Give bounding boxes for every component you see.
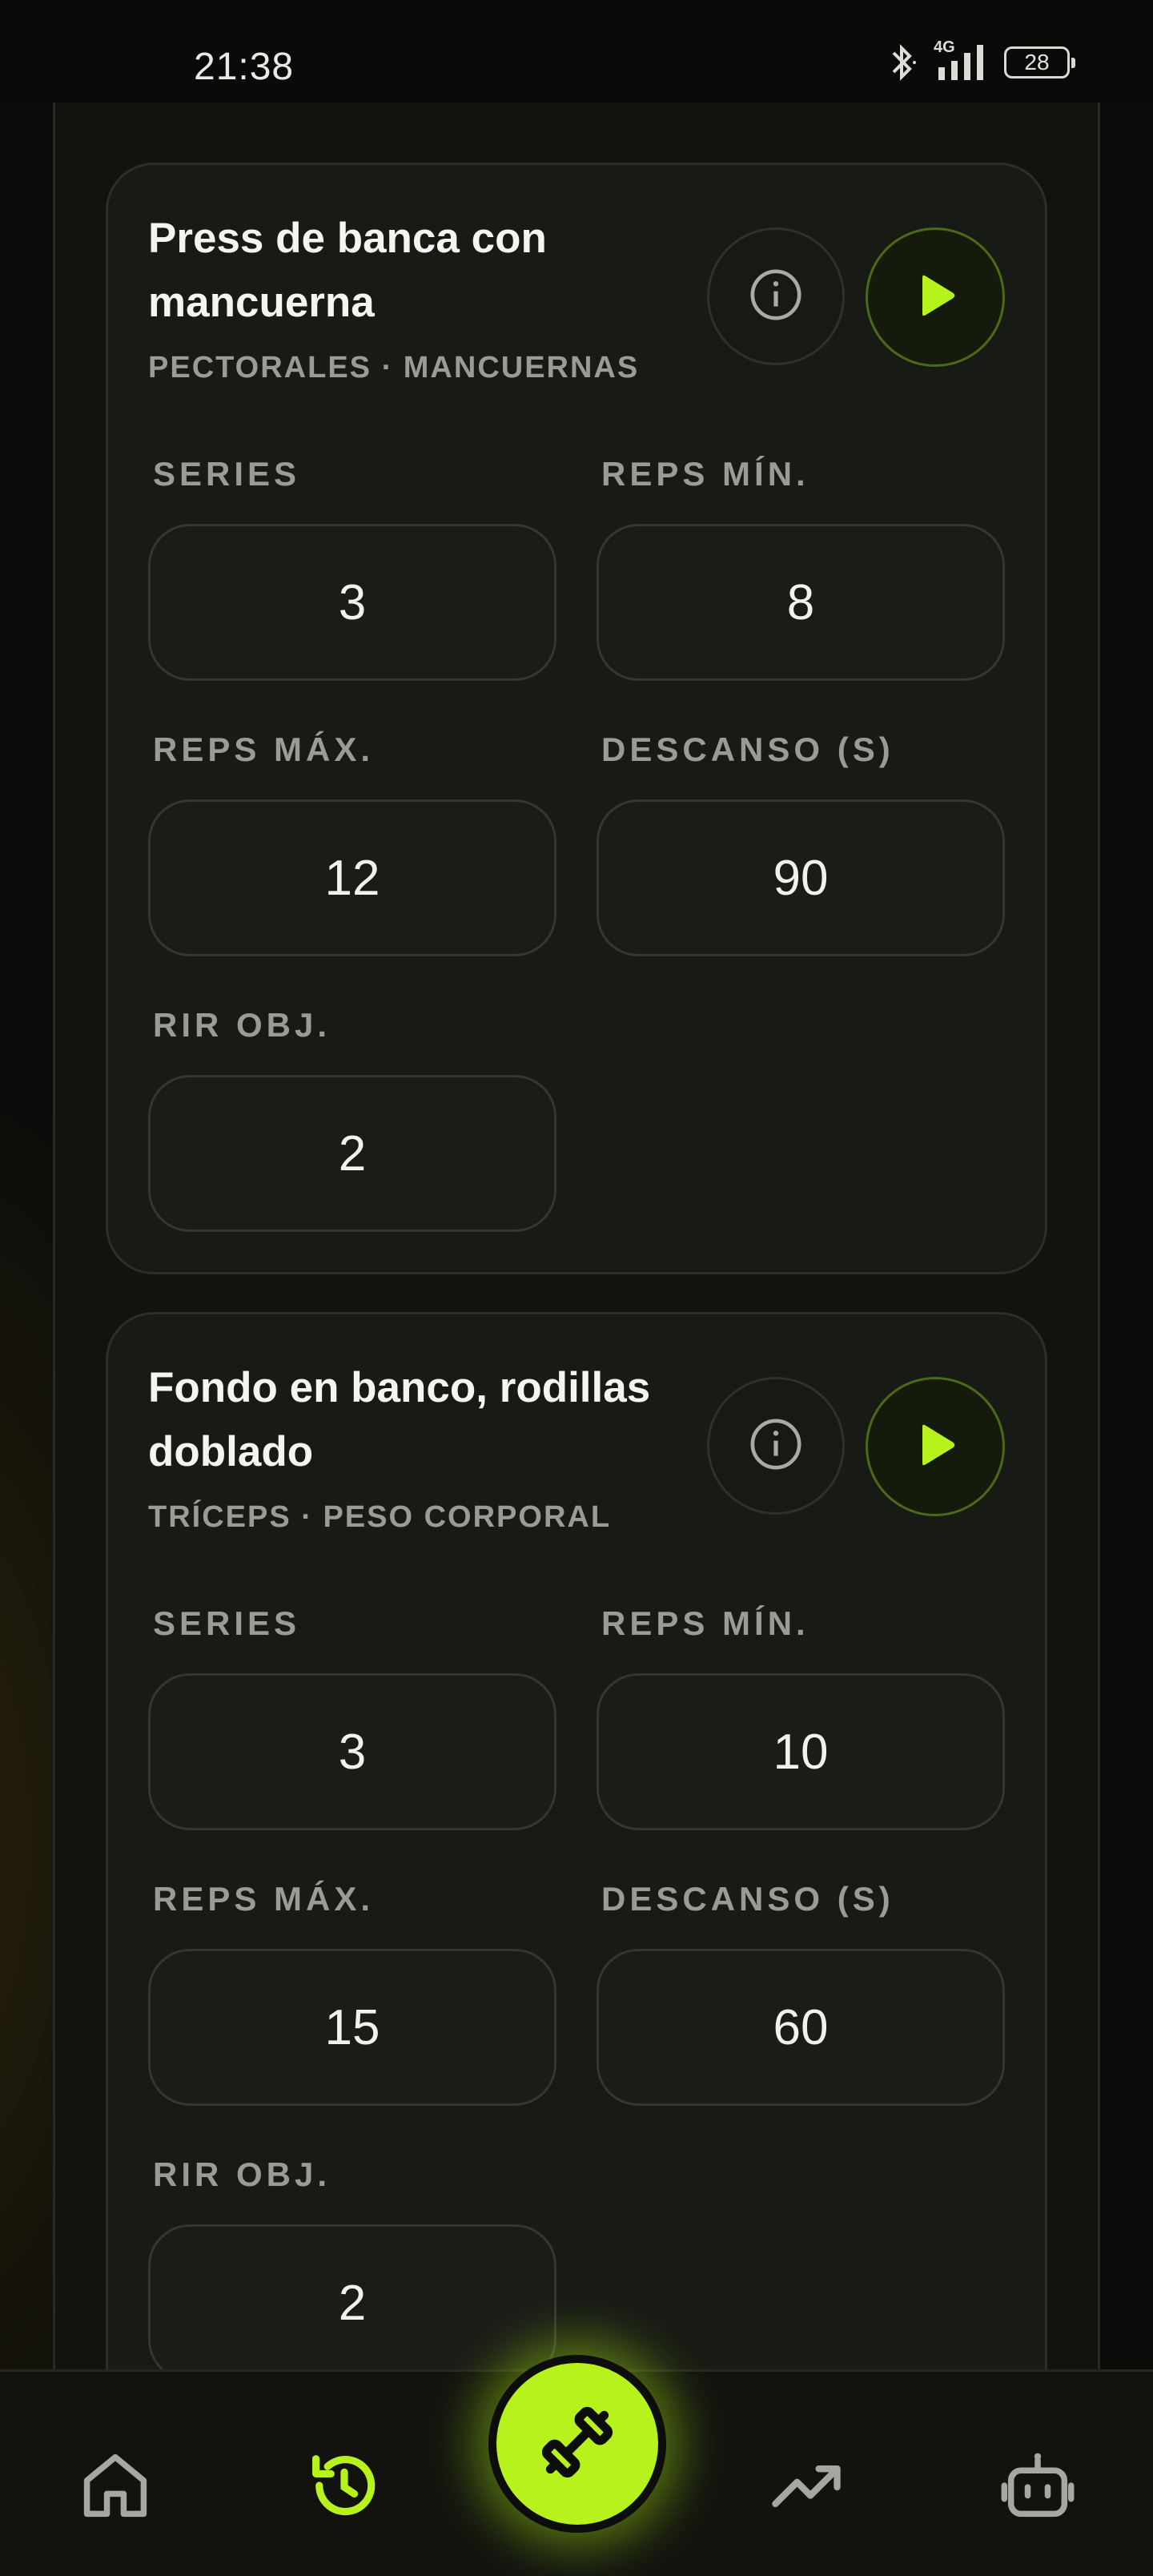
network-type: 4G xyxy=(934,38,955,56)
bluetooth-icon xyxy=(886,43,918,82)
exercise-title: Press de banca con mancuerna xyxy=(148,215,547,326)
reps-max-input[interactable]: 15 xyxy=(148,1949,556,2106)
reps-max-input[interactable]: 12 xyxy=(148,799,556,956)
status-bar: 21:38 4G 28 xyxy=(0,0,1153,103)
nav-progress[interactable] xyxy=(759,2439,855,2535)
nav-home[interactable] xyxy=(67,2439,163,2535)
rir-input[interactable]: 2 xyxy=(148,2224,556,2381)
rest-input[interactable]: 90 xyxy=(597,799,1005,956)
robot-icon xyxy=(998,2445,1078,2530)
exercise-title: Fondo en banco, rodillas doblado xyxy=(148,1364,651,1475)
trending-up-icon xyxy=(767,2445,847,2530)
reps-max-label: REPS MÁX. xyxy=(153,1880,375,1918)
series-label: SERIES xyxy=(153,1604,301,1642)
info-button[interactable] xyxy=(707,227,845,365)
rest-input[interactable]: 60 xyxy=(597,1949,1005,2106)
rir-label: RIR OBJ. xyxy=(153,2155,331,2193)
exercise-card: Press de banca con mancuerna PECTORALES … xyxy=(106,163,1047,1274)
screen: 21:38 4G 28 Press de banca con mancuerna… xyxy=(0,0,1153,2576)
play-icon xyxy=(910,270,961,325)
rir-label: RIR OBJ. xyxy=(153,1006,331,1044)
info-icon xyxy=(748,1416,804,1476)
battery-indicator: 28 xyxy=(1004,46,1075,78)
status-icons: 4G 28 xyxy=(886,38,1075,82)
info-icon xyxy=(748,267,804,327)
rir-input[interactable]: 2 xyxy=(148,1075,556,1232)
reps-min-label: REPS MÍN. xyxy=(601,455,810,493)
history-icon xyxy=(304,2445,384,2530)
nav-history[interactable] xyxy=(296,2439,392,2535)
home-icon xyxy=(75,2445,155,2530)
exercise-subtitle: PECTORALES · MANCUERNAS xyxy=(148,351,640,384)
rest-label: DESCANSO (S) xyxy=(601,1880,894,1918)
nav-assistant[interactable] xyxy=(990,2439,1086,2535)
play-button[interactable] xyxy=(866,1377,1005,1516)
status-time: 21:38 xyxy=(194,46,295,88)
reps-min-label: REPS MÍN. xyxy=(601,1604,810,1642)
series-input[interactable]: 3 xyxy=(148,1673,556,1830)
nav-workout-button[interactable] xyxy=(488,2355,666,2533)
play-icon xyxy=(910,1419,961,1475)
info-button[interactable] xyxy=(707,1377,845,1515)
rest-label: DESCANSO (S) xyxy=(601,731,894,768)
reps-min-input[interactable]: 8 xyxy=(597,524,1005,681)
reps-max-label: REPS MÁX. xyxy=(153,731,375,768)
dumbbell-icon xyxy=(529,2394,625,2494)
series-label: SERIES xyxy=(153,455,301,493)
battery-level: 28 xyxy=(1024,50,1050,74)
series-input[interactable]: 3 xyxy=(148,524,556,681)
reps-min-input[interactable]: 10 xyxy=(597,1673,1005,1830)
exercise-subtitle: TRÍCEPS · PESO CORPORAL xyxy=(148,1500,612,1534)
play-button[interactable] xyxy=(866,227,1005,367)
signal-icon: 4G xyxy=(934,38,986,80)
